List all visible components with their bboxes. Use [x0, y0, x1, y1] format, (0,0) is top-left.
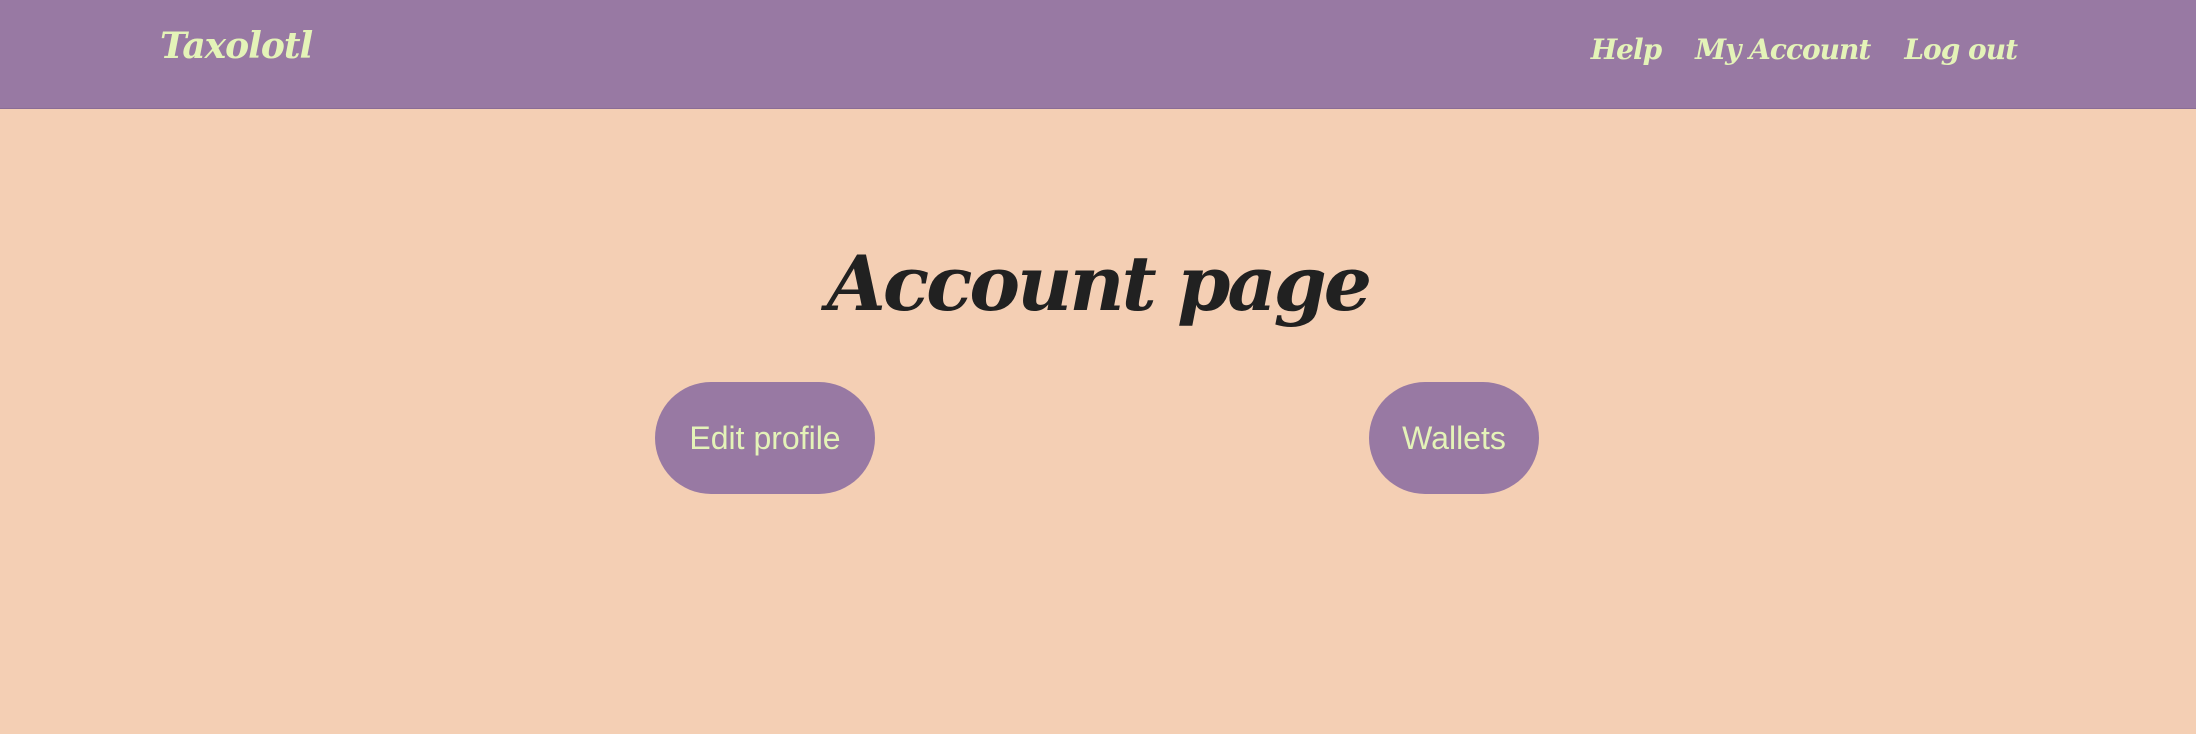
wallets-button[interactable]: Wallets: [1369, 382, 1539, 494]
top-navbar: Taxolotl Help My Account Log out: [0, 0, 2196, 109]
edit-profile-button[interactable]: Edit profile: [655, 382, 875, 494]
nav-link-my-account[interactable]: My Account: [1695, 36, 1871, 64]
page-title: Account page: [826, 239, 1372, 328]
nav-links: Help My Account Log out: [1591, 36, 2018, 64]
brand-logo-link[interactable]: Taxolotl: [160, 28, 313, 64]
nav-link-help[interactable]: Help: [1591, 36, 1662, 64]
nav-link-log-out[interactable]: Log out: [1904, 36, 2018, 64]
